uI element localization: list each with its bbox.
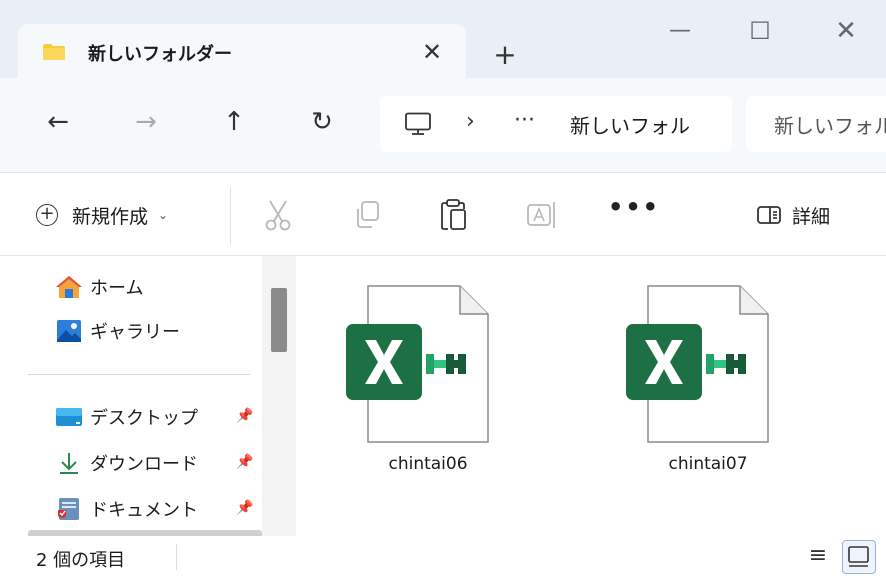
file-item[interactable]: chintai07 [618, 284, 798, 484]
sidebar-item-gallery[interactable]: ギャラリー [54, 316, 180, 346]
file-view: chintai06 chintai07 [296, 256, 886, 536]
status-divider [176, 544, 177, 570]
file-name: chintai06 [388, 454, 468, 474]
maximize-button[interactable]: ☐ [740, 16, 780, 46]
excel-file-icon [626, 285, 769, 443]
plus-circle-icon: + [36, 204, 58, 226]
details-button-label: 詳細 [792, 205, 831, 228]
forward-button[interactable]: → [126, 102, 166, 142]
chevron-down-icon: ⌄ [158, 208, 169, 222]
excel-file-icon [346, 285, 489, 443]
paste-icon[interactable] [436, 197, 472, 233]
sidebar-item-home[interactable]: ホーム [54, 272, 143, 302]
pin-icon: 📌 [236, 408, 254, 424]
breadcrumb-separator[interactable]: › [466, 109, 475, 134]
search-placeholder: 新しいフォル [774, 114, 886, 138]
minimize-button[interactable]: — [660, 16, 700, 46]
breadcrumb-overflow-button[interactable]: ··· [514, 108, 535, 133]
navigation-bar: ← → ↑ ↻ › ··· 新しいフォル 新しいフォル [0, 78, 886, 172]
large-icons-view-icon [848, 546, 869, 567]
pin-icon: 📌 [236, 500, 254, 516]
tab-title: 新しいフォルダー [88, 44, 232, 65]
large-icons-view-button[interactable] [842, 540, 876, 574]
sidebar-item-documents[interactable]: ドキュメント [54, 494, 198, 524]
sidebar-divider [28, 374, 250, 375]
command-bar: + 新規作成 ⌄ ••• 詳細 [0, 172, 886, 256]
sidebar-scrollbar-thumb[interactable] [271, 288, 287, 352]
navigation-pane: ホーム ギャラリー デスクトップ 📌 ダウンロード 📌 ドキュメント 📌 [0, 256, 296, 536]
new-button-label: 新規作成 [72, 205, 149, 228]
home-icon [56, 276, 82, 298]
pin-icon: 📌 [236, 454, 254, 470]
sidebar-item-label: ギャラリー [90, 322, 180, 343]
sidebar-item-desktop[interactable]: デスクトップ [54, 402, 198, 432]
sidebar-item-label: デスクトップ [90, 408, 198, 429]
computer-icon [405, 112, 431, 135]
new-button[interactable]: + 新規作成 ⌄ [36, 199, 168, 231]
sidebar-item-downloads[interactable]: ダウンロード [54, 448, 198, 478]
search-input[interactable]: 新しいフォル [746, 96, 886, 152]
list-view-button[interactable]: ≡ [806, 545, 830, 568]
sidebar-item-label: ホーム [90, 278, 144, 299]
rename-icon[interactable] [524, 197, 560, 233]
gallery-icon [57, 320, 81, 342]
details-pane-button[interactable]: 詳細 [756, 199, 830, 231]
download-icon [60, 453, 78, 474]
tab-active[interactable]: 新しいフォルダー ✕ [18, 24, 466, 80]
status-bar: 2 個の項目 ≡ [0, 536, 886, 576]
tab-close-button[interactable]: ✕ [416, 36, 448, 68]
documents-icon [58, 498, 79, 520]
more-options-button[interactable]: ••• [608, 193, 660, 221]
sidebar-item-label: ダウンロード [90, 454, 198, 475]
desktop-icon [56, 408, 82, 426]
item-count: 2 個の項目 [36, 550, 126, 571]
sidebar-item-label: ドキュメント [90, 500, 198, 521]
back-button[interactable]: ← [38, 102, 78, 142]
file-item[interactable]: chintai06 [338, 284, 518, 484]
new-tab-button[interactable]: + [488, 38, 522, 72]
file-name: chintai07 [668, 454, 748, 474]
cut-icon[interactable] [260, 197, 296, 233]
toolbar-divider [230, 187, 231, 245]
breadcrumb-current-folder[interactable]: 新しいフォル [570, 110, 690, 139]
details-pane-icon [757, 206, 781, 224]
up-button[interactable]: ↑ [214, 102, 254, 142]
close-window-button[interactable]: ✕ [826, 16, 866, 46]
copy-icon[interactable] [350, 197, 386, 233]
address-bar[interactable]: › ··· 新しいフォル [380, 96, 732, 152]
refresh-button[interactable]: ↻ [302, 102, 342, 142]
folder-icon [43, 44, 65, 60]
